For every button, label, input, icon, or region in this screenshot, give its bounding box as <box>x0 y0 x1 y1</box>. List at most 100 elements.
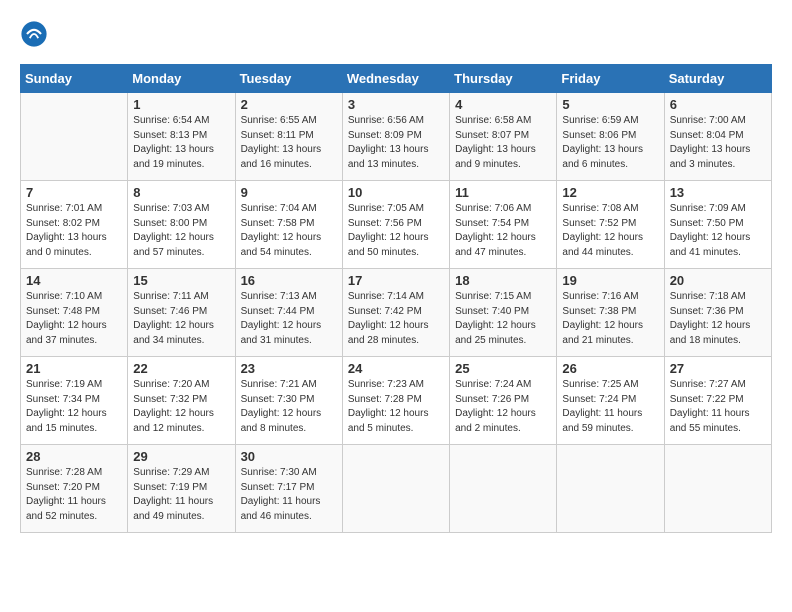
calendar-table: SundayMondayTuesdayWednesdayThursdayFrid… <box>20 64 772 533</box>
day-info: Sunrise: 6:58 AM Sunset: 8:07 PM Dayligh… <box>455 114 551 172</box>
day-info: Sunrise: 7:10 AM Sunset: 7:48 PM Dayligh… <box>26 290 122 348</box>
day-cell: 12Sunrise: 7:08 AM Sunset: 7:52 PM Dayli… <box>557 181 664 269</box>
page-header <box>20 20 772 48</box>
day-cell: 3 Sunrise: 6:56 AM Sunset: 8:09 PM Daylig… <box>342 93 449 181</box>
day-number: 11 <box>455 185 551 200</box>
day-number: 13 <box>670 185 766 200</box>
day-info: Sunrise: 7:03 AM Sunset: 8:00 PM Dayligh… <box>133 202 229 260</box>
day-info: Sunrise: 7:09 AM Sunset: 7:50 PM Dayligh… <box>670 202 766 260</box>
calendar-header-row: SundayMondayTuesdayWednesdayThursdayFrid… <box>21 65 772 93</box>
day-cell: 23 Sunrise: 7:21 AM Sunset: 7:30 PM Dayli… <box>235 357 342 445</box>
header-sunday: Sunday <box>21 65 128 93</box>
day-cell: 2 Sunrise: 6:55 AM Sunset: 8:11 PM Daylig… <box>235 93 342 181</box>
day-cell: 8Sunrise: 7:03 AM Sunset: 8:00 PM Daylig… <box>128 181 235 269</box>
header-saturday: Saturday <box>664 65 771 93</box>
day-info: Sunrise: 7:24 AM Sunset: 7:26 PM Dayligh… <box>455 378 551 436</box>
day-info: Sunrise: 7:05 AM Sunset: 7:56 PM Dayligh… <box>348 202 444 260</box>
day-number: 26 <box>562 361 658 376</box>
day-number: 3 <box>348 97 444 112</box>
day-info: Sunrise: 7:06 AM Sunset: 7:54 PM Dayligh… <box>455 202 551 260</box>
day-info: Sunrise: 7:30 AM Sunset: 7:17 PM Dayligh… <box>241 466 337 524</box>
day-cell: 4 Sunrise: 6:58 AM Sunset: 8:07 PM Daylig… <box>450 93 557 181</box>
day-cell: 30 Sunrise: 7:30 AM Sunset: 7:17 PM Dayli… <box>235 445 342 533</box>
header-thursday: Thursday <box>450 65 557 93</box>
day-number: 17 <box>348 273 444 288</box>
day-cell: 11 Sunrise: 7:06 AM Sunset: 7:54 PM Dayli… <box>450 181 557 269</box>
day-number: 6 <box>670 97 766 112</box>
day-info: Sunrise: 7:23 AM Sunset: 7:28 PM Dayligh… <box>348 378 444 436</box>
day-cell: 29 Sunrise: 7:29 AM Sunset: 7:19 PM Dayli… <box>128 445 235 533</box>
day-number: 18 <box>455 273 551 288</box>
day-info: Sunrise: 7:20 AM Sunset: 7:32 PM Dayligh… <box>133 378 229 436</box>
day-number: 27 <box>670 361 766 376</box>
day-number: 16 <box>241 273 337 288</box>
week-row-3: 14Sunrise: 7:10 AM Sunset: 7:48 PM Dayli… <box>21 269 772 357</box>
day-info: Sunrise: 7:25 AM Sunset: 7:24 PM Dayligh… <box>562 378 658 436</box>
day-info: Sunrise: 6:56 AM Sunset: 8:09 PM Dayligh… <box>348 114 444 172</box>
day-cell: 20 Sunrise: 7:18 AM Sunset: 7:36 PM Dayli… <box>664 269 771 357</box>
day-cell: 24 Sunrise: 7:23 AM Sunset: 7:28 PM Dayli… <box>342 357 449 445</box>
day-cell: 19 Sunrise: 7:16 AM Sunset: 7:38 PM Dayli… <box>557 269 664 357</box>
day-number: 9 <box>241 185 337 200</box>
day-number: 21 <box>26 361 122 376</box>
header-monday: Monday <box>128 65 235 93</box>
day-cell <box>342 445 449 533</box>
day-cell <box>21 93 128 181</box>
logo <box>20 20 52 48</box>
day-info: Sunrise: 7:15 AM Sunset: 7:40 PM Dayligh… <box>455 290 551 348</box>
day-info: Sunrise: 7:29 AM Sunset: 7:19 PM Dayligh… <box>133 466 229 524</box>
day-cell <box>450 445 557 533</box>
day-info: Sunrise: 7:01 AM Sunset: 8:02 PM Dayligh… <box>26 202 122 260</box>
day-number: 19 <box>562 273 658 288</box>
header-tuesday: Tuesday <box>235 65 342 93</box>
day-cell: 27 Sunrise: 7:27 AM Sunset: 7:22 PM Dayli… <box>664 357 771 445</box>
logo-icon <box>20 20 48 48</box>
week-row-2: 7 Sunrise: 7:01 AM Sunset: 8:02 PM Daylig… <box>21 181 772 269</box>
day-cell: 10 Sunrise: 7:05 AM Sunset: 7:56 PM Dayli… <box>342 181 449 269</box>
day-info: Sunrise: 7:27 AM Sunset: 7:22 PM Dayligh… <box>670 378 766 436</box>
day-info: Sunrise: 7:04 AM Sunset: 7:58 PM Dayligh… <box>241 202 337 260</box>
day-number: 24 <box>348 361 444 376</box>
day-cell <box>664 445 771 533</box>
day-number: 20 <box>670 273 766 288</box>
day-number: 23 <box>241 361 337 376</box>
day-cell: 28 Sunrise: 7:28 AM Sunset: 7:20 PM Dayli… <box>21 445 128 533</box>
day-number: 10 <box>348 185 444 200</box>
day-info: Sunrise: 7:28 AM Sunset: 7:20 PM Dayligh… <box>26 466 122 524</box>
day-number: 1 <box>133 97 229 112</box>
day-info: Sunrise: 7:16 AM Sunset: 7:38 PM Dayligh… <box>562 290 658 348</box>
header-wednesday: Wednesday <box>342 65 449 93</box>
day-number: 5 <box>562 97 658 112</box>
day-cell <box>557 445 664 533</box>
week-row-4: 21Sunrise: 7:19 AM Sunset: 7:34 PM Dayli… <box>21 357 772 445</box>
day-cell: 5 Sunrise: 6:59 AM Sunset: 8:06 PM Daylig… <box>557 93 664 181</box>
day-info: Sunrise: 6:59 AM Sunset: 8:06 PM Dayligh… <box>562 114 658 172</box>
week-row-1: 1Sunrise: 6:54 AM Sunset: 8:13 PM Daylig… <box>21 93 772 181</box>
day-cell: 26 Sunrise: 7:25 AM Sunset: 7:24 PM Dayli… <box>557 357 664 445</box>
day-cell: 7 Sunrise: 7:01 AM Sunset: 8:02 PM Daylig… <box>21 181 128 269</box>
day-number: 15 <box>133 273 229 288</box>
day-cell: 21Sunrise: 7:19 AM Sunset: 7:34 PM Dayli… <box>21 357 128 445</box>
day-cell: 17 Sunrise: 7:14 AM Sunset: 7:42 PM Dayli… <box>342 269 449 357</box>
day-number: 4 <box>455 97 551 112</box>
day-info: Sunrise: 7:18 AM Sunset: 7:36 PM Dayligh… <box>670 290 766 348</box>
day-info: Sunrise: 7:08 AM Sunset: 7:52 PM Dayligh… <box>562 202 658 260</box>
day-number: 29 <box>133 449 229 464</box>
week-row-5: 28 Sunrise: 7:28 AM Sunset: 7:20 PM Dayli… <box>21 445 772 533</box>
day-info: Sunrise: 7:14 AM Sunset: 7:42 PM Dayligh… <box>348 290 444 348</box>
day-cell: 1Sunrise: 6:54 AM Sunset: 8:13 PM Daylig… <box>128 93 235 181</box>
day-number: 2 <box>241 97 337 112</box>
day-cell: 13 Sunrise: 7:09 AM Sunset: 7:50 PM Dayli… <box>664 181 771 269</box>
day-info: Sunrise: 6:55 AM Sunset: 8:11 PM Dayligh… <box>241 114 337 172</box>
day-number: 30 <box>241 449 337 464</box>
day-cell: 18 Sunrise: 7:15 AM Sunset: 7:40 PM Dayli… <box>450 269 557 357</box>
day-cell: 6 Sunrise: 7:00 AM Sunset: 8:04 PM Daylig… <box>664 93 771 181</box>
day-info: Sunrise: 7:21 AM Sunset: 7:30 PM Dayligh… <box>241 378 337 436</box>
day-number: 7 <box>26 185 122 200</box>
day-number: 22 <box>133 361 229 376</box>
day-number: 28 <box>26 449 122 464</box>
day-info: Sunrise: 7:00 AM Sunset: 8:04 PM Dayligh… <box>670 114 766 172</box>
day-cell: 25 Sunrise: 7:24 AM Sunset: 7:26 PM Dayli… <box>450 357 557 445</box>
day-number: 25 <box>455 361 551 376</box>
header-friday: Friday <box>557 65 664 93</box>
